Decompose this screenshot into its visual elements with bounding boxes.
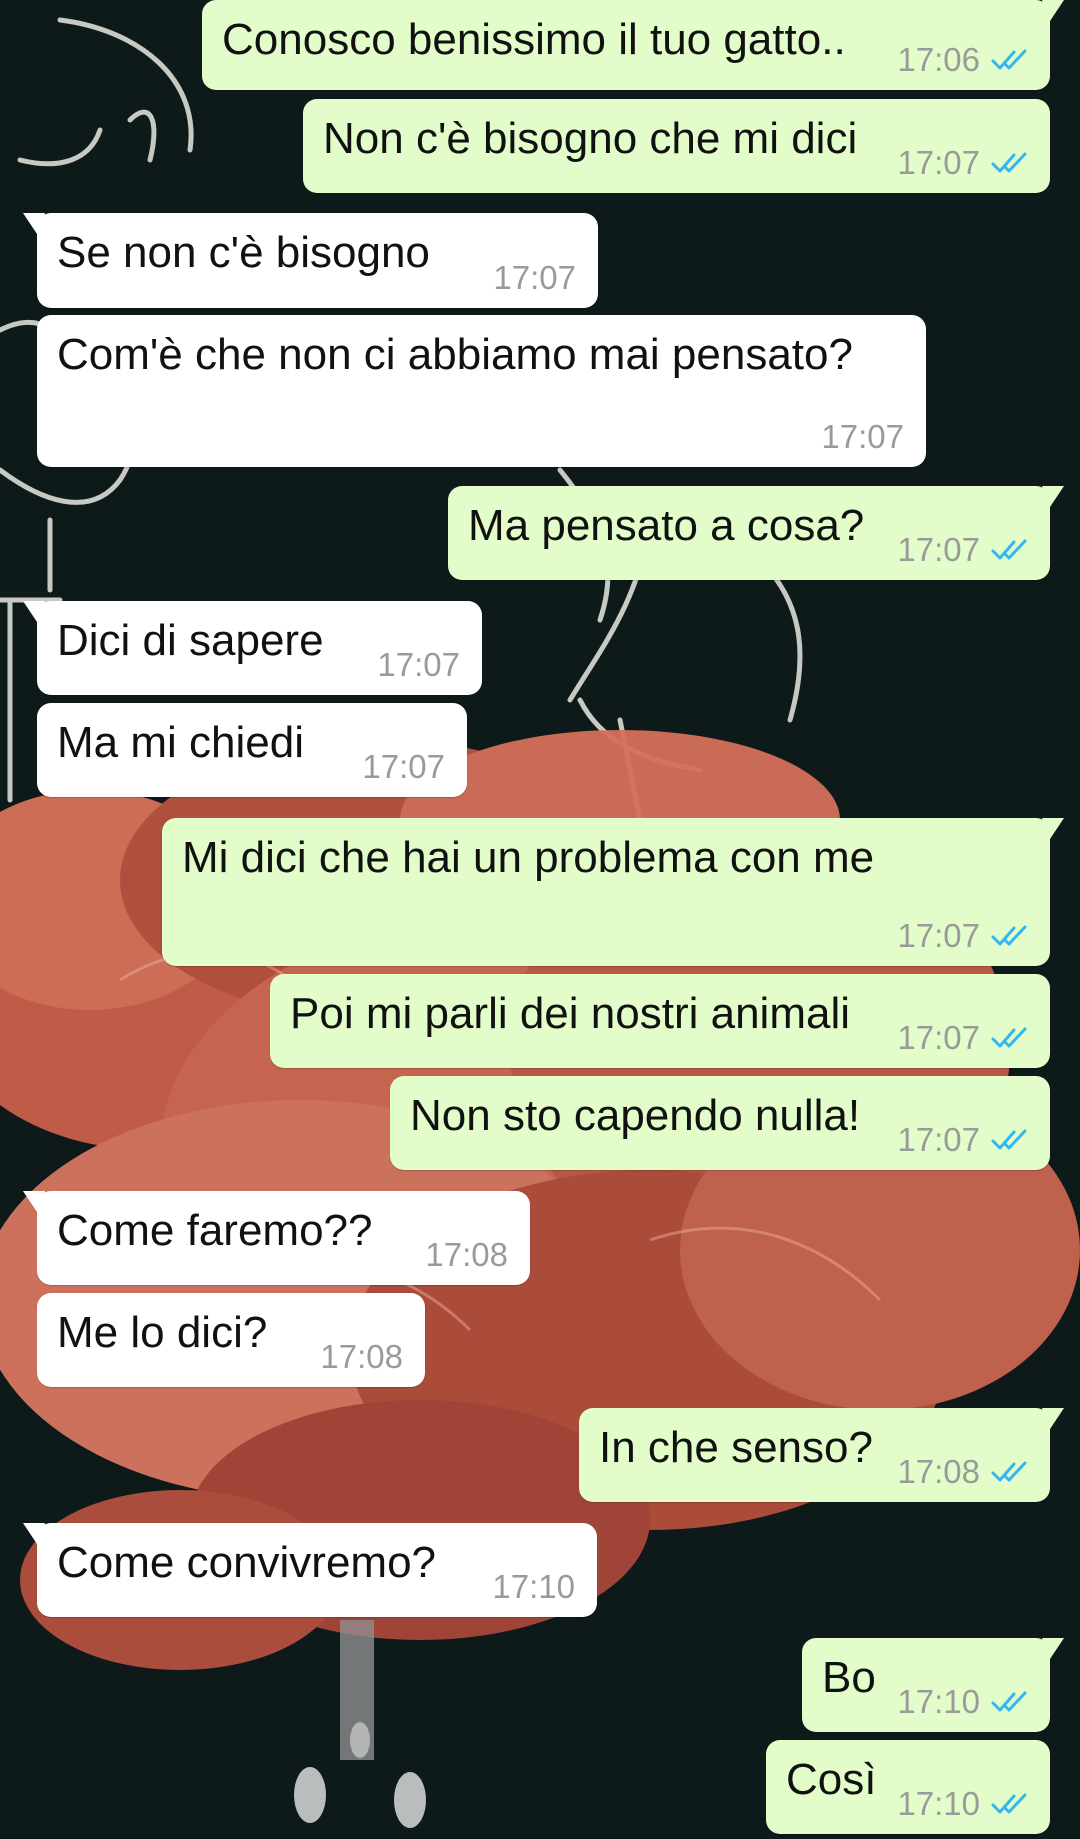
message-text: Me lo dici? [57, 1308, 268, 1357]
message-meta: 17:10 [492, 1569, 575, 1605]
message-bubble-outgoing[interactable]: In che senso? 17:08 [579, 1408, 1064, 1502]
message-text: Dici di sapere [57, 616, 324, 665]
bubble-tail [1042, 1638, 1064, 1662]
message-text: Come faremo?? [57, 1206, 373, 1255]
message-text: Bo [822, 1653, 876, 1702]
message-bubble-outgoing[interactable]: Bo 17:10 [802, 1638, 1064, 1732]
double-check-icon [991, 1027, 1027, 1048]
message-timestamp: 17:07 [897, 1121, 980, 1158]
message-bubble-incoming[interactable]: Com'è che non ci abbiamo mai pensato? 17… [37, 315, 926, 467]
message-bubble-incoming[interactable]: Come convivremo? 17:10 [23, 1523, 597, 1617]
message-meta: 17:10 [897, 1786, 1032, 1822]
message-timestamp: 17:08 [320, 1338, 403, 1375]
message-meta: 17:06 [897, 42, 1032, 78]
message-bubble-outgoing[interactable]: Conosco benissimo il tuo gatto.. 17:06 [202, 0, 1064, 90]
message-text: Come convivremo? [57, 1538, 437, 1587]
message-meta: 17:08 [897, 1454, 1032, 1490]
message-bubble-incoming[interactable]: Come faremo?? 17:08 [23, 1191, 530, 1285]
double-check-icon [991, 1461, 1027, 1482]
message-meta: 17:07 [897, 1122, 1032, 1158]
double-check-icon [991, 925, 1027, 946]
message-text: Non sto capendo nulla! [410, 1091, 861, 1140]
bubble-tail [23, 1523, 45, 1547]
message-text: Se non c'è bisogno [57, 228, 430, 277]
message-text: Poi mi parli dei nostri animali [290, 989, 850, 1038]
message-meta: 17:07 [493, 260, 576, 296]
message-list[interactable]: Conosco benissimo il tuo gatto.. 17:06 N… [0, 0, 1080, 1839]
bubble-tail [23, 1191, 45, 1215]
message-text: Ma pensato a cosa? [468, 501, 865, 550]
message-timestamp: 17:07 [897, 531, 980, 568]
double-check-icon [991, 1793, 1027, 1814]
message-timestamp: 17:06 [897, 41, 980, 78]
message-bubble-outgoing[interactable]: Mi dici che hai un problema con me 17:07 [162, 818, 1064, 966]
double-check-icon [991, 1691, 1027, 1712]
message-timestamp: 17:10 [492, 1568, 575, 1605]
double-check-icon [991, 1129, 1027, 1150]
message-bubble-outgoing[interactable]: Così 17:10 [766, 1740, 1050, 1834]
bubble-tail [23, 213, 45, 237]
bubble-tail [1042, 818, 1064, 842]
message-text: Mi dici che hai un problema con me [182, 833, 875, 882]
double-check-icon [991, 539, 1027, 560]
message-text: Ma mi chiedi [57, 718, 304, 767]
message-meta: 17:08 [320, 1339, 403, 1375]
bubble-tail [1042, 1408, 1064, 1432]
message-meta: 17:07 [821, 419, 904, 455]
bubble-tail [1042, 0, 1064, 24]
message-bubble-incoming[interactable]: Dici di sapere 17:07 [23, 601, 482, 695]
bubble-tail [23, 601, 45, 625]
message-timestamp: 17:08 [897, 1453, 980, 1490]
message-timestamp: 17:07 [362, 748, 445, 785]
message-bubble-incoming[interactable]: Se non c'è bisogno 17:07 [23, 213, 598, 308]
message-timestamp: 17:08 [425, 1236, 508, 1273]
message-bubble-outgoing[interactable]: Poi mi parli dei nostri animali 17:07 [270, 974, 1050, 1068]
message-timestamp: 17:07 [897, 1019, 980, 1056]
message-timestamp: 17:07 [897, 917, 980, 954]
message-bubble-outgoing[interactable]: Non c'è bisogno che mi dici 17:07 [303, 99, 1050, 193]
message-timestamp: 17:07 [493, 259, 576, 296]
message-meta: 17:07 [377, 647, 460, 683]
double-check-icon [991, 152, 1027, 173]
message-meta: 17:07 [362, 749, 445, 785]
message-text: In che senso? [599, 1423, 873, 1472]
message-timestamp: 17:10 [897, 1785, 980, 1822]
message-text: Com'è che non ci abbiamo mai pensato? [57, 330, 853, 379]
message-bubble-outgoing[interactable]: Ma pensato a cosa? 17:07 [448, 486, 1064, 580]
message-bubble-outgoing[interactable]: Non sto capendo nulla! 17:07 [390, 1076, 1050, 1170]
message-meta: 17:07 [897, 145, 1032, 181]
message-meta: 17:07 [897, 1020, 1032, 1056]
message-timestamp: 17:07 [377, 646, 460, 683]
message-text: Così [786, 1755, 877, 1804]
message-meta: 17:07 [897, 918, 1032, 954]
message-meta: 17:10 [897, 1684, 1032, 1720]
message-bubble-incoming[interactable]: Ma mi chiedi 17:07 [37, 703, 467, 797]
bubble-tail [1042, 486, 1064, 510]
message-timestamp: 17:07 [897, 144, 980, 181]
message-text: Non c'è bisogno che mi dici [323, 114, 858, 163]
message-timestamp: 17:07 [821, 418, 904, 455]
double-check-icon [991, 49, 1027, 70]
message-meta: 17:08 [425, 1237, 508, 1273]
message-timestamp: 17:10 [897, 1683, 980, 1720]
message-text: Conosco benissimo il tuo gatto.. [222, 15, 846, 64]
message-meta: 17:07 [897, 532, 1032, 568]
message-bubble-incoming[interactable]: Me lo dici? 17:08 [37, 1293, 425, 1387]
